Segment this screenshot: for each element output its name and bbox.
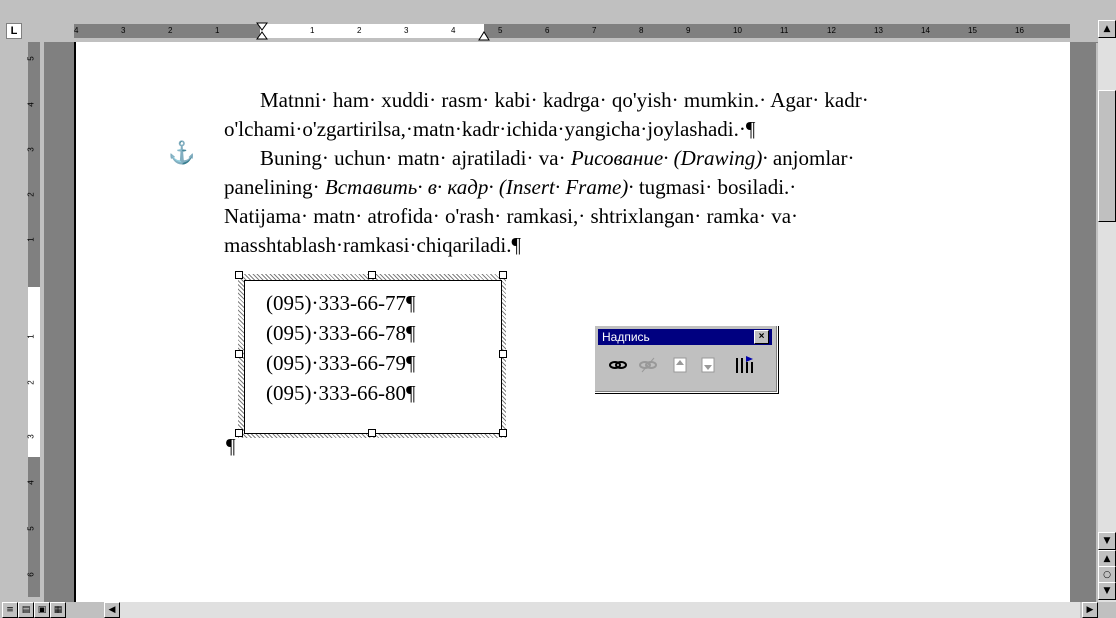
ruler-number: 3 (26, 147, 36, 152)
next-page-button[interactable]: ▼ (1098, 582, 1116, 600)
ruler-number: 5 (26, 526, 36, 531)
ruler-number: 7 (592, 26, 597, 35)
right-indent-marker-icon[interactable] (478, 28, 490, 42)
ruler-number: 8 (639, 26, 644, 35)
scroll-down-button[interactable]: ▼ (1098, 532, 1116, 550)
resize-handle[interactable] (499, 350, 507, 358)
page-edge (74, 42, 76, 602)
ruler-number: 2 (26, 380, 36, 385)
textbox-toolbar[interactable]: Надпись × (594, 325, 778, 393)
ruler-number: 4 (26, 102, 36, 107)
scroll-right-button[interactable]: ▶ (1082, 602, 1098, 618)
ruler-number: 4 (451, 26, 456, 35)
ruler-number: 13 (874, 26, 883, 35)
vertical-scrollbar[interactable]: ▲ ▼ ▲ ○ ▼ (1098, 20, 1116, 602)
phone-number-line[interactable]: (095)·333-66-78¶ (266, 318, 415, 348)
resize-handle[interactable] (235, 350, 243, 358)
tab-selector-button[interactable]: L (6, 23, 22, 39)
ruler-number: 3 (121, 26, 126, 35)
phone-number-line[interactable]: (095)·333-66-80¶ (266, 378, 415, 408)
bottom-bar: ≡ ▤ ▣ ▦ ◀ ▶ (0, 602, 1116, 618)
ruler-number: 12 (827, 26, 836, 35)
ruler-number: 1 (26, 237, 36, 242)
vertical-ruler[interactable]: 5 4 3 2 1 1 2 3 4 5 6 (0, 42, 44, 602)
resize-handle[interactable] (368, 429, 376, 437)
paragraph-line[interactable]: o'lchami·o'zgartirilsa,·matn·kadr·ichida… (224, 115, 755, 144)
ruler-number: 2 (357, 26, 362, 35)
horizontal-scrollbar[interactable] (120, 602, 1080, 618)
unlink-icon[interactable] (637, 354, 659, 376)
ruler-number: 1 (310, 26, 315, 35)
phone-number-line[interactable]: (095)·333-66-79¶ (266, 348, 415, 378)
ruler-number: 6 (545, 26, 550, 35)
link-icon[interactable] (607, 354, 629, 376)
text-run: Buning· uchun· matn· ajratiladi· va· (260, 146, 566, 170)
text-run: tugmasi· bosiladi.· (638, 175, 797, 199)
next-textbox-icon[interactable] (697, 354, 719, 376)
ruler-number: 4 (26, 480, 36, 485)
horizontal-ruler[interactable]: L 4 3 2 1 1 2 3 4 5 6 7 8 9 10 11 12 13 … (0, 20, 1098, 43)
resize-handle[interactable] (235, 429, 243, 437)
italic-text-run: Вставить· в· кадр· (Insert· Frame)· (324, 175, 634, 199)
ruler-number: 2 (168, 26, 173, 35)
ruler-number: 3 (404, 26, 409, 35)
close-button[interactable]: × (754, 330, 769, 344)
previous-textbox-icon[interactable] (669, 354, 691, 376)
paragraph-line[interactable]: Buning· uchun· matn· ajratiladi· va· Рис… (260, 144, 854, 173)
toolbar-title[interactable]: Надпись (598, 329, 772, 345)
vertical-ruler-text-area (28, 287, 40, 457)
ruler-number: 11 (780, 26, 789, 35)
resize-handle[interactable] (235, 271, 243, 279)
print-layout-view-icon[interactable]: ▣ (34, 602, 50, 618)
ruler-number: 2 (26, 192, 36, 197)
ruler-number: 14 (921, 26, 930, 35)
ruler-number: 16 (1015, 26, 1024, 35)
text-run: anjomlar· (772, 146, 855, 170)
ruler-number: 3 (26, 434, 36, 439)
ruler-number: 15 (968, 26, 977, 35)
scroll-up-button[interactable]: ▲ (1098, 20, 1116, 38)
outline-view-icon[interactable]: ▦ (50, 602, 66, 618)
indent-marker-icon[interactable] (256, 22, 268, 42)
paragraph-line[interactable]: Natijama· matn· atrofida· o'rash· ramkas… (224, 202, 798, 231)
ruler-number: 5 (26, 56, 36, 61)
text-run: panelining· (224, 175, 320, 199)
italic-text-run: Рисование· (Drawing)· (570, 146, 768, 170)
ruler-number: 1 (215, 26, 220, 35)
ruler-number: 4 (74, 26, 79, 35)
scroll-thumb[interactable] (1098, 90, 1116, 222)
ruler-number: 10 (733, 26, 742, 35)
resize-handle[interactable] (499, 271, 507, 279)
normal-view-icon[interactable]: ≡ (2, 602, 18, 618)
ruler-number: 6 (26, 572, 36, 577)
ruler-number: 5 (498, 26, 503, 35)
text-direction-icon[interactable] (733, 354, 755, 376)
paragraph-mark: ¶ (226, 434, 236, 458)
paragraph-line[interactable]: panelining· Вставить· в· кадр· (Insert· … (224, 173, 796, 202)
ruler-number: 1 (26, 334, 36, 339)
resize-handle[interactable] (368, 271, 376, 279)
paragraph-line[interactable]: masshtablash·ramkasi·chiqariladi.¶ (224, 231, 521, 260)
paragraph-line[interactable]: Matnni· ham· xuddi· rasm· kabi· kadrga· … (260, 86, 869, 115)
scroll-left-button[interactable]: ◀ (104, 602, 120, 618)
resize-handle[interactable] (499, 429, 507, 437)
ruler-number: 9 (686, 26, 691, 35)
anchor-icon: ⚓ (168, 140, 196, 165)
phone-number-line[interactable]: (095)·333-66-77¶ (266, 288, 415, 318)
web-layout-view-icon[interactable]: ▤ (18, 602, 34, 618)
